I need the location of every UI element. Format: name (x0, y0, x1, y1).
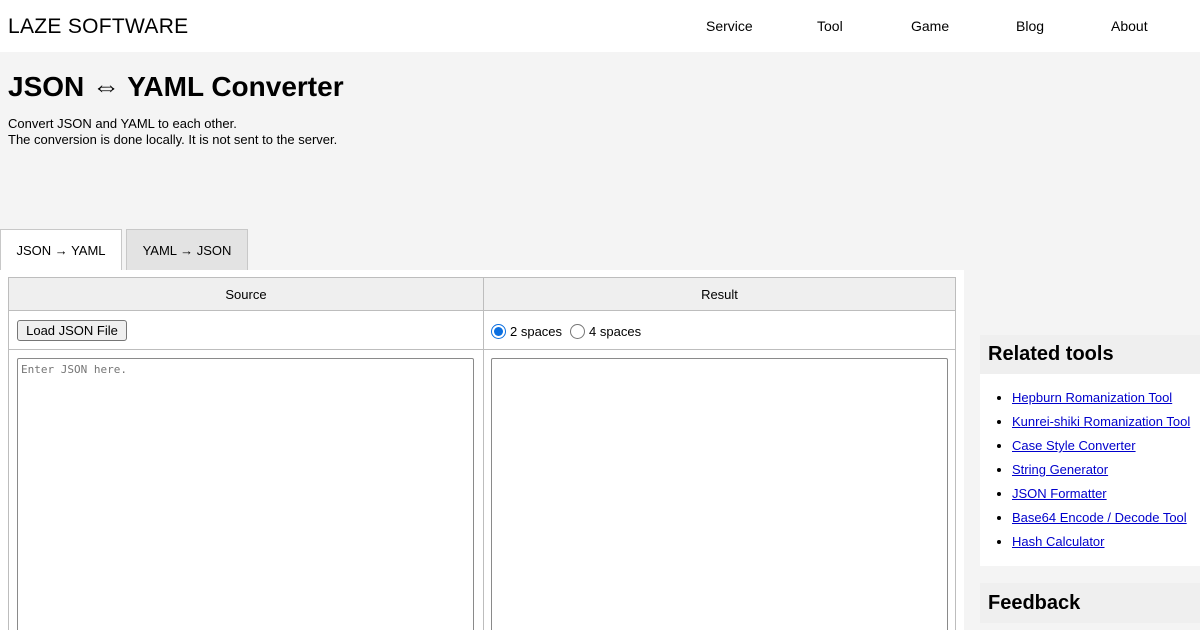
related-tool-link[interactable]: Hepburn Romanization Tool (1012, 390, 1172, 405)
load-json-file-button[interactable]: Load JSON File (17, 320, 127, 341)
related-tool-link[interactable]: Hash Calculator (1012, 534, 1105, 549)
list-item: Base64 Encode / Decode Tool (1012, 508, 1200, 532)
list-item: Case Style Converter (1012, 436, 1200, 460)
main-nav: Service Tool Game Blog About (0, 18, 1200, 36)
list-item: String Generator (1012, 460, 1200, 484)
converter-panel: Source Result Load JSON File 2 spaces 4 … (0, 270, 964, 630)
indent-2-spaces-label[interactable]: 2 spaces (510, 324, 562, 339)
tab-yaml-to-json[interactable]: YAML → JSON (126, 229, 248, 270)
related-tool-link[interactable]: Case Style Converter (1012, 438, 1136, 453)
indent-4-spaces-label[interactable]: 4 spaces (589, 324, 641, 339)
row-divider (9, 349, 955, 350)
indent-2-spaces-radio[interactable] (491, 323, 506, 339)
nav-game[interactable]: Game (911, 18, 949, 34)
indent-options: 2 spaces 4 spaces (491, 322, 649, 340)
related-tool-link[interactable]: JSON Formatter (1012, 486, 1107, 501)
column-divider (483, 278, 484, 630)
source-header: Source (9, 278, 483, 311)
tab-json-to-yaml[interactable]: JSON → YAML (0, 229, 122, 270)
indent-4-spaces-radio[interactable] (570, 323, 586, 339)
list-item: Hash Calculator (1012, 532, 1200, 556)
list-item: Hepburn Romanization Tool (1012, 388, 1200, 412)
nav-service[interactable]: Service (706, 18, 753, 34)
result-header: Result (484, 278, 955, 311)
page-description: Convert JSON and YAML to each other. The… (8, 116, 337, 148)
description-line: Convert JSON and YAML to each other. (8, 116, 237, 131)
source-input[interactable] (17, 358, 474, 630)
nav-about[interactable]: About (1111, 18, 1148, 34)
page-title: JSON ⇔ YAML Converter (8, 71, 344, 102)
nav-tool[interactable]: Tool (817, 18, 843, 34)
top-bar: LAZE SOFTWARE Service Tool Game Blog Abo… (0, 0, 1200, 52)
result-output[interactable] (491, 358, 948, 630)
list-item: JSON Formatter (1012, 484, 1200, 508)
related-tools-title: Related tools (980, 335, 1200, 374)
related-tool-link[interactable]: Kunrei-shiki Romanization Tool (1012, 414, 1190, 429)
related-tools-list: Hepburn Romanization Tool Kunrei-shiki R… (980, 374, 1200, 566)
feedback-title: Feedback (980, 583, 1200, 623)
related-tool-link[interactable]: Base64 Encode / Decode Tool (1012, 510, 1187, 525)
nav-blog[interactable]: Blog (1016, 18, 1044, 34)
converter-grid: Source Result Load JSON File 2 spaces 4 … (8, 277, 956, 630)
related-tool-link[interactable]: String Generator (1012, 462, 1108, 477)
description-line: The conversion is done locally. It is no… (8, 132, 338, 147)
list-item: Kunrei-shiki Romanization Tool (1012, 412, 1200, 436)
